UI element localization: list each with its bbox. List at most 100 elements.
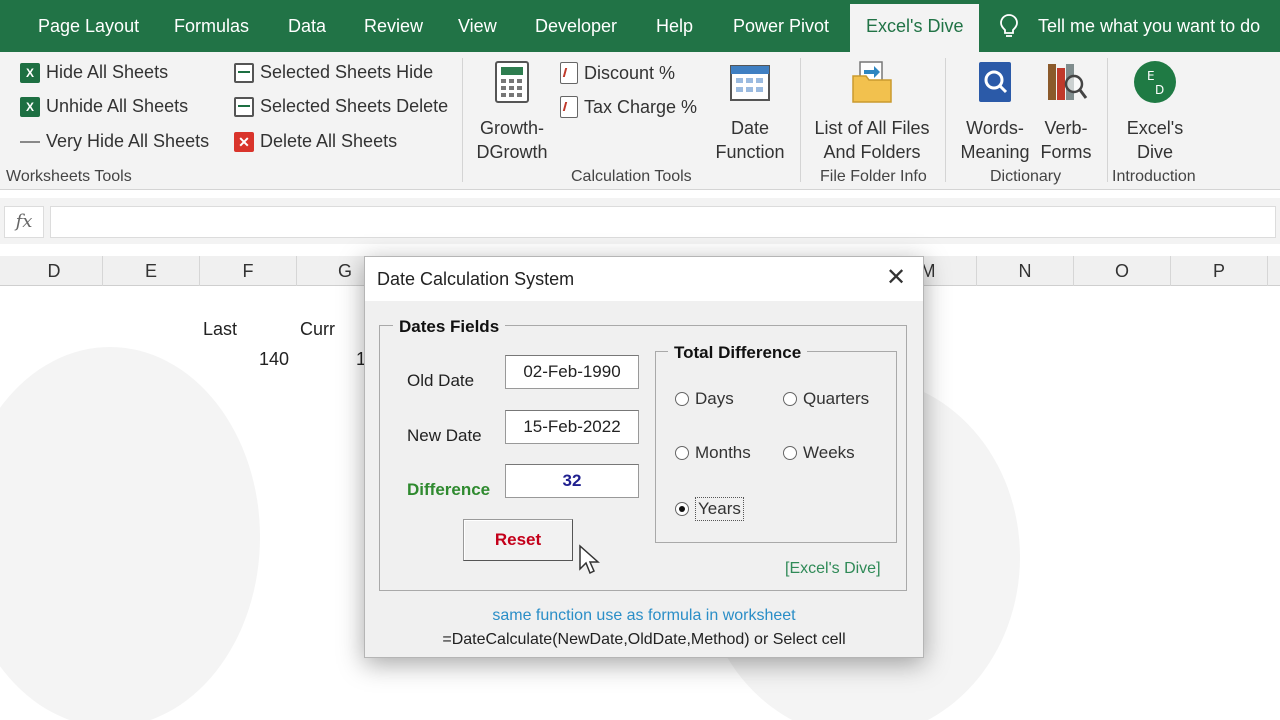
calculator-icon bbox=[495, 61, 529, 103]
date-function-label-1: Date bbox=[730, 118, 770, 138]
tell-me-search[interactable]: Tell me what you want to do bbox=[1038, 0, 1260, 52]
cell-last[interactable]: Last bbox=[203, 319, 237, 340]
column-header-p[interactable]: P bbox=[1171, 256, 1268, 286]
radio-button-selected-icon bbox=[675, 502, 689, 516]
list-files-label-2: And Folders bbox=[823, 142, 921, 162]
book-search-icon bbox=[979, 62, 1011, 102]
radio-days-label: Days bbox=[695, 389, 734, 408]
radio-button-icon bbox=[675, 392, 689, 406]
radio-years[interactable]: Years bbox=[675, 497, 744, 521]
tab-developer[interactable]: Developer bbox=[535, 0, 617, 52]
radio-button-icon bbox=[783, 392, 797, 406]
list-files-folders-button[interactable]: List of All Files And Folders bbox=[810, 60, 934, 164]
radio-days[interactable]: Days bbox=[675, 389, 734, 409]
new-date-field[interactable]: 15-Feb-2022 bbox=[505, 410, 639, 444]
folder-icon bbox=[852, 61, 892, 103]
sheet-icon bbox=[234, 62, 254, 83]
radio-quarters[interactable]: Quarters bbox=[783, 389, 869, 409]
column-header-d[interactable]: D bbox=[6, 256, 103, 286]
dash-icon bbox=[20, 140, 40, 143]
list-files-label-1: List of All Files bbox=[814, 118, 930, 138]
tab-data[interactable]: Data bbox=[288, 0, 326, 52]
lightbulb-icon bbox=[1000, 14, 1018, 37]
very-hide-all-sheets-label: Very Hide All Sheets bbox=[46, 131, 210, 151]
selected-sheets-delete-button[interactable]: Selected Sheets Delete bbox=[234, 96, 448, 117]
cell-140[interactable]: 140 bbox=[259, 349, 289, 370]
selected-sheets-hide-button[interactable]: Selected Sheets Hide bbox=[234, 62, 433, 83]
tab-excels-dive[interactable]: Excel's Dive bbox=[850, 4, 980, 52]
radio-months-label: Months bbox=[695, 443, 751, 462]
unhide-all-sheets-button[interactable]: X Unhide All Sheets bbox=[20, 96, 188, 117]
percent-doc-icon bbox=[560, 96, 578, 118]
very-hide-all-sheets-button[interactable]: Very Hide All Sheets bbox=[20, 131, 209, 152]
formula-note: same function use as formula in workshee… bbox=[492, 607, 796, 624]
difference-label: Difference bbox=[407, 480, 491, 499]
unhide-all-sheets-label: Unhide All Sheets bbox=[46, 96, 189, 116]
radio-button-icon bbox=[675, 446, 689, 460]
tab-power-pivot[interactable]: Power Pivot bbox=[733, 0, 829, 52]
date-function-button[interactable]: Date Function bbox=[710, 60, 790, 164]
group-label-worksheets: Worksheets Tools bbox=[6, 168, 132, 185]
column-header-o[interactable]: O bbox=[1074, 256, 1171, 286]
column-header-e[interactable]: E bbox=[103, 256, 200, 286]
books-search-icon bbox=[1048, 64, 1088, 100]
reset-button[interactable]: Reset bbox=[463, 519, 573, 561]
group-separator bbox=[945, 58, 946, 182]
radio-weeks[interactable]: Weeks bbox=[783, 443, 855, 463]
excels-dive-logo-icon: E D bbox=[1134, 61, 1176, 103]
excels-dive-label-1: Excel's bbox=[1126, 118, 1184, 138]
discount-button[interactable]: Discount % bbox=[560, 62, 675, 84]
dialog-title: Date Calculation System bbox=[377, 269, 575, 289]
hide-all-sheets-button[interactable]: X Hide All Sheets bbox=[20, 62, 168, 83]
delete-all-sheets-label: Delete All Sheets bbox=[260, 131, 398, 151]
verb-forms-button[interactable]: Verb- Forms bbox=[1036, 60, 1096, 164]
sheet-delete-icon bbox=[234, 96, 254, 117]
excel-icon: X bbox=[20, 96, 40, 117]
formula-input[interactable] bbox=[50, 206, 1276, 238]
verb-label-1: Verb- bbox=[1044, 118, 1088, 138]
selected-sheets-delete-label: Selected Sheets Delete bbox=[260, 96, 449, 116]
difference-field[interactable]: 32 bbox=[505, 464, 639, 498]
radio-years-label: Years bbox=[695, 497, 744, 521]
column-header-n[interactable]: N bbox=[977, 256, 1074, 286]
tax-charge-button[interactable]: Tax Charge % bbox=[560, 96, 697, 118]
mouse-cursor-icon bbox=[579, 544, 600, 575]
watermark-shape bbox=[0, 347, 260, 720]
tab-help[interactable]: Help bbox=[656, 0, 693, 52]
words-meaning-button[interactable]: Words- Meaning bbox=[958, 60, 1032, 164]
tab-formulas[interactable]: Formulas bbox=[174, 0, 249, 52]
verb-label-2: Forms bbox=[1040, 142, 1092, 162]
radio-months[interactable]: Months bbox=[675, 443, 751, 463]
group-separator bbox=[462, 58, 463, 182]
delete-icon: ✕ bbox=[234, 131, 254, 152]
dialog-title-bar[interactable]: Date Calculation System ✕ bbox=[365, 257, 923, 301]
svg-text:E: E bbox=[1147, 69, 1155, 83]
words-label-2: Meaning bbox=[960, 142, 1030, 162]
selected-sheets-hide-label: Selected Sheets Hide bbox=[260, 62, 434, 82]
group-label-calculation: Calculation Tools bbox=[571, 168, 692, 185]
discount-label: Discount % bbox=[584, 62, 676, 83]
old-date-field[interactable]: 02-Feb-1990 bbox=[505, 355, 639, 389]
close-icon[interactable]: ✕ bbox=[883, 265, 909, 291]
tab-view[interactable]: View bbox=[458, 0, 497, 52]
tab-page-layout[interactable]: Page Layout bbox=[38, 0, 139, 52]
new-date-label: New Date bbox=[407, 426, 482, 445]
group-separator bbox=[800, 58, 801, 182]
excels-dive-button[interactable]: E D Excel's Dive bbox=[1118, 60, 1192, 164]
excels-dive-brand-text: [Excel's Dive] bbox=[785, 560, 881, 577]
ribbon-tab-bar: Page Layout Formulas Data Review View De… bbox=[0, 0, 1280, 52]
percent-doc-icon bbox=[560, 62, 578, 84]
hide-all-sheets-label: Hide All Sheets bbox=[46, 62, 169, 82]
formula-syntax: =DateCalculate(NewDate,OldDate,Method) o… bbox=[442, 631, 846, 648]
group-label-introduction: Introduction bbox=[1112, 168, 1196, 185]
delete-all-sheets-button[interactable]: ✕ Delete All Sheets bbox=[234, 131, 397, 152]
growth-dgrowth-button[interactable]: Growth- DGrowth bbox=[474, 60, 550, 164]
excels-dive-label-2: Dive bbox=[1136, 142, 1173, 162]
radio-button-icon bbox=[783, 446, 797, 460]
column-header-f[interactable]: F bbox=[200, 256, 297, 286]
fx-button[interactable]: fx bbox=[4, 206, 44, 238]
cell-curr[interactable]: Curr bbox=[300, 319, 335, 340]
tab-review[interactable]: Review bbox=[364, 0, 423, 52]
excel-icon: X bbox=[20, 62, 40, 83]
group-label-file-folder: File Folder Info bbox=[820, 168, 927, 185]
